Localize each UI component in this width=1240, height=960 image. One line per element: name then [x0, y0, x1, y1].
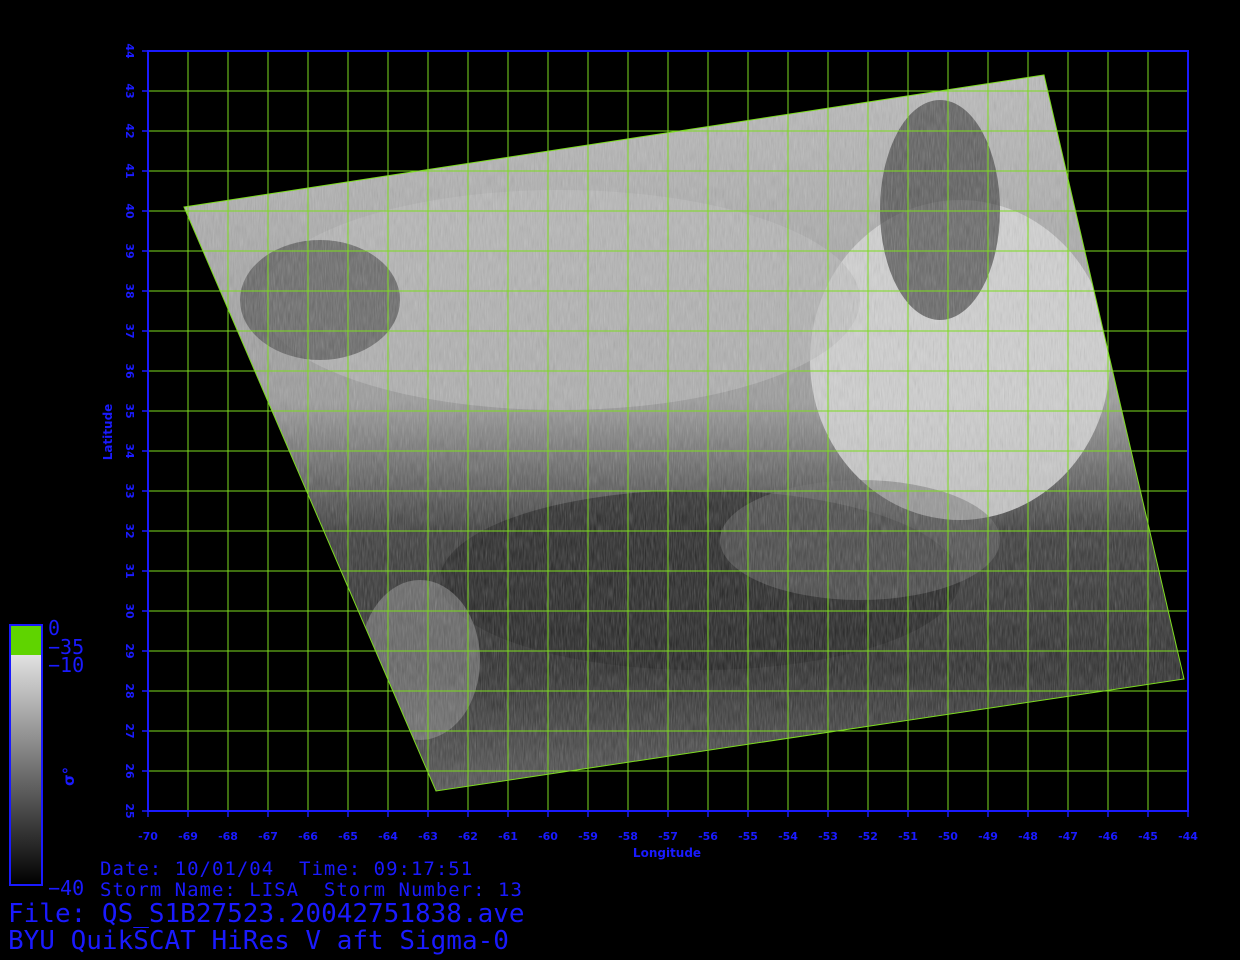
lon-tick-label: -65 — [338, 830, 358, 843]
colorbar-symbol: σ° — [60, 767, 78, 786]
lon-tick-label: -70 — [138, 830, 158, 843]
lon-tick-label: -54 — [778, 830, 798, 843]
lon-tick-label: -47 — [1058, 830, 1078, 843]
lat-tick-label: 25 — [123, 803, 136, 818]
lat-tick-label: 36 — [123, 363, 136, 379]
lon-tick-label: -62 — [458, 830, 478, 843]
lon-tick-label: -49 — [978, 830, 998, 843]
lat-tick-label: 35 — [123, 403, 136, 418]
lat-tick-label: 26 — [123, 763, 136, 779]
lon-tick-label: -56 — [698, 830, 718, 843]
lat-tick-label: 31 — [123, 563, 136, 578]
lat-tick-label: 44 — [123, 43, 136, 59]
colorbar-label-3: −10 — [48, 653, 85, 677]
lon-tick-label: -45 — [1138, 830, 1158, 843]
lat-tick-label: 33 — [123, 483, 136, 498]
longitude-tick-labels: -70 -69 -68 -67 -66 -65 -64 -63 -62 -61 -60 -59 -58 -… — [138, 830, 1198, 843]
lon-tick-label: -59 — [578, 830, 598, 843]
storm-map: 25 26 27 28 29 30 31 32 33 34 35 36 37 38 39 40 41 42 43 44… — [9, 43, 1198, 886]
lat-tick-label: 37 — [123, 323, 136, 338]
lon-tick-label: -66 — [298, 830, 318, 843]
storm-info-line: Storm Name: LISA Storm Number: 13 — [100, 879, 523, 901]
lon-tick-label: -67 — [258, 830, 278, 843]
lat-tick-label: 40 — [123, 203, 136, 219]
lat-tick-label: 39 — [123, 243, 136, 258]
colorbar-label-bottom: −40 — [48, 876, 85, 900]
lon-tick-label: -53 — [818, 830, 838, 843]
latitude-tick-labels: 25 26 27 28 29 30 31 32 33 34 35 36 37 38 39 40 41 42 43 44 — [123, 43, 136, 818]
sigma0-swath — [184, 75, 1180, 791]
lon-tick-label: -64 — [378, 830, 398, 843]
y-axis-title: Latitude — [101, 404, 115, 461]
lat-tick-label: 32 — [123, 523, 136, 538]
product-title-line: BYU QuikSCAT HiRes V aft Sigma-0 — [8, 926, 509, 956]
lon-tick-label: -44 — [1178, 830, 1198, 843]
lat-tick-label: 27 — [123, 723, 136, 738]
lon-tick-label: -57 — [658, 830, 678, 843]
lon-tick-label: -50 — [938, 830, 958, 843]
date-time-line: Date: 10/01/04 Time: 09:17:51 — [100, 858, 474, 880]
lon-tick-label: -58 — [618, 830, 638, 843]
lat-tick-label: 41 — [123, 163, 136, 178]
lon-tick-label: -68 — [218, 830, 238, 843]
lat-tick-label: 30 — [123, 603, 136, 619]
lon-tick-label: -52 — [858, 830, 878, 843]
lat-tick-label: 34 — [123, 443, 136, 459]
lon-tick-label: -48 — [1018, 830, 1038, 843]
lon-tick-label: -51 — [898, 830, 918, 843]
lon-tick-label: -55 — [738, 830, 758, 843]
lon-tick-label: -63 — [418, 830, 438, 843]
file-name-line: File: QS_S1B27523.20042751838.ave — [8, 899, 525, 929]
lat-tick-label: 28 — [123, 683, 136, 698]
lon-tick-label: -60 — [538, 830, 558, 843]
lat-tick-label: 42 — [123, 123, 136, 138]
x-axis-title: Longitude — [633, 846, 701, 860]
lon-tick-label: -61 — [498, 830, 518, 843]
colorbar-top-band — [10, 625, 42, 655]
lat-tick-label: 43 — [123, 83, 136, 98]
lat-tick-label: 38 — [123, 283, 136, 298]
lat-tick-label: 29 — [123, 643, 136, 658]
lon-tick-label: -69 — [178, 830, 198, 843]
lon-tick-label: -46 — [1098, 830, 1118, 843]
